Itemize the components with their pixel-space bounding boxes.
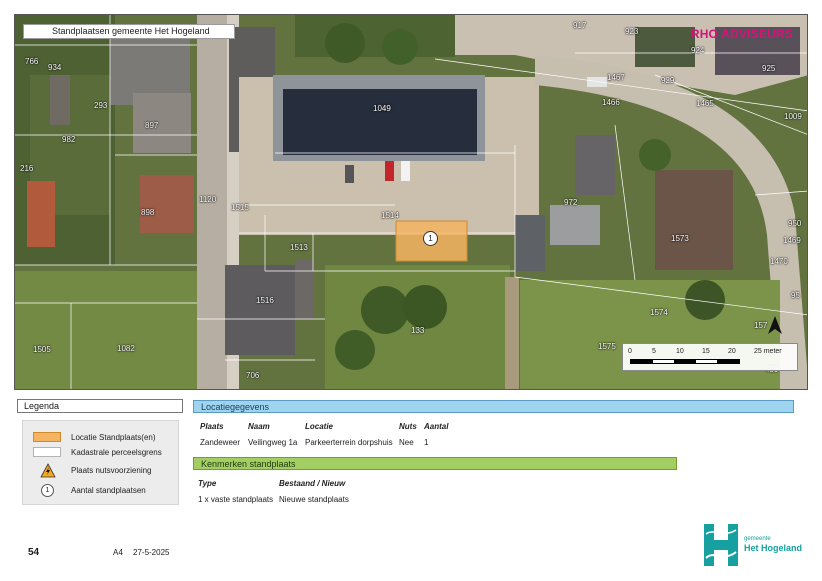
parcel-label: 1573 [671, 234, 689, 243]
legend-title: Legenda [17, 399, 183, 413]
parcel-label: 1513 [290, 243, 308, 252]
table-cell: Veilingweg 1a [248, 438, 298, 447]
parcel-label: 923 [625, 27, 639, 36]
parcel-boundary-swatch [33, 447, 61, 457]
map-title: Standplaatsen gemeente Het Hogeland [23, 24, 235, 39]
site-count-marker: 1 [423, 231, 438, 246]
parcel-label: 1515 [231, 203, 249, 212]
location-swatch [33, 432, 61, 442]
north-arrow-icon [768, 316, 782, 334]
parcel-label: 972 [564, 198, 578, 207]
parcel-label: 924 [691, 46, 705, 55]
legend-item: 1 Aantal standplaatsen [33, 484, 178, 498]
warning-triangle-icon [40, 463, 56, 478]
legend: Locatie Standplaats(en) Kadastrale perce… [22, 420, 179, 505]
parcel-label: 898 [141, 208, 155, 217]
scale-tick: 10 [676, 348, 684, 355]
column-header: Type [198, 479, 217, 488]
table-cell: Parkeerterrein dorpshuis [305, 438, 393, 447]
parcel-label: 293 [94, 101, 108, 110]
parcel-label: 917 [573, 21, 587, 30]
document-date: 27-5-2025 [133, 548, 170, 557]
parcel-label: 1082 [117, 344, 135, 353]
legend-label: Aantal standplaatsen [71, 486, 146, 495]
parcel-label: 897 [145, 121, 159, 130]
parcel-label: 1049 [373, 104, 391, 113]
parcel-label: 1574 [650, 308, 668, 317]
parcel-label: 925 [762, 64, 776, 73]
aerial-map: Standplaatsen gemeente Het Hogeland RHO … [14, 14, 808, 390]
table-cell: 1 [424, 438, 429, 447]
parcel-label: 133 [411, 326, 425, 335]
table-cell: Nee [399, 438, 414, 447]
parcel-label: 1575 [598, 342, 616, 351]
parcel-label: 1469 [783, 236, 801, 245]
parcel-label: 1009 [784, 112, 802, 121]
parcel-label: 216 [20, 164, 34, 173]
parcel-label: 1505 [33, 345, 51, 354]
paper-size: A4 [113, 548, 123, 557]
parcel-label: 1514 [381, 211, 399, 220]
column-header: Bestaand / Nieuw [279, 479, 346, 488]
scale-tick: 5 [652, 348, 656, 355]
logo-subtitle: gemeente [744, 536, 771, 542]
legend-label: Plaats nutsvoorziening [71, 466, 152, 475]
parcel-label: 982 [62, 135, 76, 144]
count-circle-icon: 1 [41, 484, 54, 497]
scale-tick: 25 meter [754, 348, 782, 355]
parcel-label: 157 [754, 321, 768, 330]
legend-item: Kadastrale perceelsgrens [33, 446, 178, 460]
brand-logo-text: RHO ADVISEURS [690, 27, 793, 41]
scale-track [630, 359, 740, 364]
page-number: 54 [28, 547, 40, 558]
legend-item: Locatie Standplaats(en) [33, 431, 178, 445]
legend-label: Kadastrale perceelsgrens [71, 448, 162, 457]
parcel-label: 1470 [770, 257, 788, 266]
scale-bar: 0 5 10 15 20 25 meter [622, 343, 798, 371]
table-cell: Nieuwe standplaats [279, 495, 349, 504]
location-section-title: Locatiegegevens [193, 400, 794, 413]
parcel-label: 1467 [607, 73, 625, 82]
parcel-label: 934 [48, 63, 62, 72]
scale-tick: 15 [702, 348, 710, 355]
column-header: Plaats [200, 422, 224, 431]
parcel-label: 95 [791, 291, 800, 300]
parcel-label: 1465 [696, 99, 714, 108]
parcel-label: 950 [788, 219, 802, 228]
parcel-label: 929 [661, 76, 675, 85]
parcel-label: 1466 [602, 98, 620, 107]
parcel-label: 766 [25, 57, 39, 66]
legend-label: Locatie Standplaats(en) [71, 433, 156, 442]
logo-name: Het Hogeland [744, 543, 803, 553]
column-header: Aantal [424, 422, 449, 431]
table-cell: 1 x vaste standplaats [198, 495, 274, 504]
parcel-label: 1516 [256, 296, 274, 305]
parcel-label: 1120 [199, 195, 217, 204]
table-cell: Zandeweer [200, 438, 241, 447]
column-header: Naam [248, 422, 270, 431]
parcel-label: 706 [246, 371, 260, 380]
scale-tick: 20 [728, 348, 736, 355]
legend-item: Plaats nutsvoorziening [33, 463, 178, 478]
column-header: Locatie [305, 422, 334, 431]
column-header: Nuts [399, 422, 417, 431]
scale-tick: 0 [628, 348, 632, 355]
features-section-title: Kenmerken standplaats [193, 457, 677, 470]
municipality-logo-icon [704, 524, 738, 566]
